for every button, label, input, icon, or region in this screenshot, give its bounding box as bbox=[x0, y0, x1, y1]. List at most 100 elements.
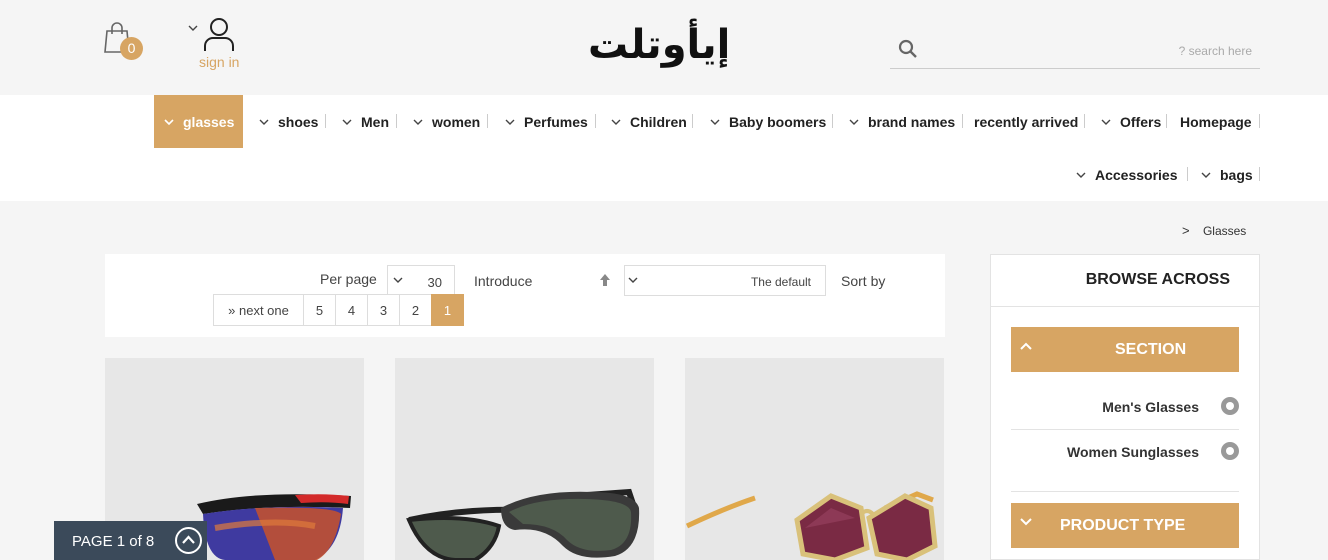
page-indicator[interactable]: PAGE 1 of 8 bbox=[54, 521, 207, 560]
chevron-down-icon bbox=[259, 119, 269, 125]
nav-item-label: women bbox=[432, 113, 481, 130]
nav-divider bbox=[487, 114, 488, 128]
search-input[interactable]: ? search here bbox=[1179, 44, 1252, 58]
nav-item-recently-arrived[interactable]: recently arrived bbox=[974, 95, 1078, 148]
nav-item-label: brand names bbox=[868, 113, 956, 130]
nav-divider bbox=[1166, 114, 1167, 128]
listing-toolbar: Per page 30 Introduce The default Sort b… bbox=[105, 254, 945, 337]
nav-item-shoes[interactable]: shoes bbox=[259, 95, 318, 148]
logo-text: إيأوتلت bbox=[588, 22, 731, 68]
chevron-down-icon bbox=[188, 25, 198, 31]
main-navigation: glasses shoes Men women Perfumes Childre… bbox=[0, 95, 1328, 201]
nav-item-bags[interactable]: bags bbox=[1201, 148, 1253, 201]
nav-divider bbox=[692, 114, 693, 128]
nav-item-homepage[interactable]: Homepage bbox=[1180, 95, 1252, 148]
section-filter-title: SECTION bbox=[1115, 341, 1187, 358]
cart-count-badge: 0 bbox=[120, 37, 143, 60]
search-bar[interactable]: ? search here bbox=[890, 34, 1260, 69]
nav-item-glasses[interactable]: glasses bbox=[154, 95, 243, 148]
nav-divider bbox=[962, 114, 963, 128]
nav-item-label: Men bbox=[361, 113, 389, 130]
page-indicator-text: PAGE 1 of 8 bbox=[72, 533, 155, 550]
nav-item-label: Perfumes bbox=[524, 113, 588, 130]
product-type-filter-title: PRODUCT TYPE bbox=[1060, 517, 1186, 534]
nav-item-label: recently arrived bbox=[974, 113, 1079, 130]
hexagon-sunglasses-image bbox=[685, 491, 938, 560]
nav-item-accessories[interactable]: Accessories bbox=[1076, 148, 1178, 201]
radio-button[interactable] bbox=[1221, 397, 1239, 415]
nav-item-label: Accessories bbox=[1095, 166, 1178, 183]
divider bbox=[1011, 491, 1239, 492]
nav-item-label: Offers bbox=[1120, 113, 1162, 130]
chevron-down-icon bbox=[710, 119, 720, 125]
breadcrumb: > Glasses bbox=[1182, 223, 1246, 238]
pagination-page-1[interactable]: 1 bbox=[431, 294, 464, 326]
breadcrumb-separator: > bbox=[1182, 223, 1190, 238]
pagination-page-5[interactable]: 5 bbox=[303, 294, 336, 326]
search-icon[interactable] bbox=[898, 39, 918, 59]
site-header: 0 sign in إيأوتلت ? search here bbox=[0, 0, 1328, 95]
nav-divider bbox=[1259, 167, 1260, 181]
sidebar-title: BROWSE ACROSS bbox=[1085, 271, 1230, 288]
per-page-select[interactable]: 30 bbox=[387, 265, 455, 295]
nav-item-baby-boomers[interactable]: Baby boomers bbox=[710, 95, 826, 148]
nav-divider bbox=[1259, 114, 1260, 128]
sort-by-label: Sort by bbox=[841, 273, 886, 289]
chevron-up-icon bbox=[182, 535, 195, 544]
per-page-label: Per page bbox=[320, 271, 377, 287]
radio-button[interactable] bbox=[1221, 442, 1239, 460]
nav-item-women[interactable]: women bbox=[413, 95, 480, 148]
site-logo[interactable]: إيأوتلت bbox=[588, 22, 763, 78]
nav-item-brand-names[interactable]: brand names bbox=[849, 95, 955, 148]
chevron-down-icon bbox=[393, 277, 403, 283]
chevron-down-icon bbox=[164, 118, 174, 125]
cart-button[interactable]: 0 bbox=[104, 22, 144, 62]
chevron-down-icon bbox=[413, 119, 423, 125]
chevron-down-icon bbox=[342, 119, 352, 125]
filter-option-label: Men's Glasses bbox=[1102, 399, 1199, 415]
nav-item-label: shoes bbox=[278, 113, 319, 130]
sign-in-link[interactable]: sign in bbox=[199, 54, 239, 70]
chevron-down-icon bbox=[1076, 172, 1086, 178]
nav-item-offers[interactable]: Offers bbox=[1101, 95, 1161, 148]
nav-item-perfumes[interactable]: Perfumes bbox=[505, 95, 588, 148]
chevron-down-icon bbox=[628, 277, 638, 283]
chevron-down-icon bbox=[1020, 518, 1032, 526]
pagination: » next one 5 4 3 2 1 bbox=[213, 294, 464, 326]
filter-option-mens-glasses[interactable]: Men's Glasses bbox=[1011, 385, 1239, 429]
breadcrumb-current[interactable]: Glasses bbox=[1203, 224, 1246, 238]
nav-item-label: Children bbox=[630, 113, 687, 130]
nav-divider bbox=[832, 114, 833, 128]
sort-value: The default bbox=[750, 275, 811, 289]
nav-divider bbox=[1084, 114, 1085, 128]
pagination-page-2[interactable]: 2 bbox=[399, 294, 432, 326]
sort-direction-arrow-icon[interactable] bbox=[599, 273, 611, 287]
chevron-up-icon bbox=[1020, 342, 1032, 350]
product-card[interactable] bbox=[395, 358, 654, 560]
product-type-filter-toggle[interactable]: PRODUCT TYPE bbox=[1011, 503, 1239, 548]
nav-item-label: Baby boomers bbox=[729, 113, 827, 130]
per-page-value: 30 bbox=[427, 275, 442, 290]
sidebar-header: BROWSE ACROSS bbox=[991, 255, 1259, 307]
chevron-down-icon bbox=[1201, 172, 1211, 178]
nav-divider bbox=[595, 114, 596, 128]
pagination-page-3[interactable]: 3 bbox=[367, 294, 400, 326]
sort-select[interactable]: The default bbox=[624, 265, 826, 296]
chevron-down-icon bbox=[611, 119, 621, 125]
nav-item-children[interactable]: Children bbox=[611, 95, 687, 148]
nav-item-label: Homepage bbox=[1180, 113, 1252, 130]
nav-item-men[interactable]: Men bbox=[342, 95, 389, 148]
nav-divider bbox=[396, 114, 397, 128]
filter-option-women-sunglasses[interactable]: Women Sunglasses bbox=[1011, 430, 1239, 474]
product-card[interactable] bbox=[685, 358, 944, 560]
account-menu[interactable]: sign in bbox=[188, 16, 248, 72]
chevron-down-icon bbox=[849, 119, 859, 125]
nav-divider bbox=[1187, 167, 1188, 181]
nav-divider bbox=[325, 114, 326, 128]
pagination-next-button[interactable]: » next one bbox=[213, 294, 304, 326]
introduce-label: Introduce bbox=[474, 273, 533, 289]
pagination-page-4[interactable]: 4 bbox=[335, 294, 368, 326]
section-filter-toggle[interactable]: SECTION bbox=[1011, 327, 1239, 372]
aviator-sunglasses-image bbox=[406, 488, 640, 560]
scroll-to-top-button[interactable] bbox=[175, 527, 202, 554]
